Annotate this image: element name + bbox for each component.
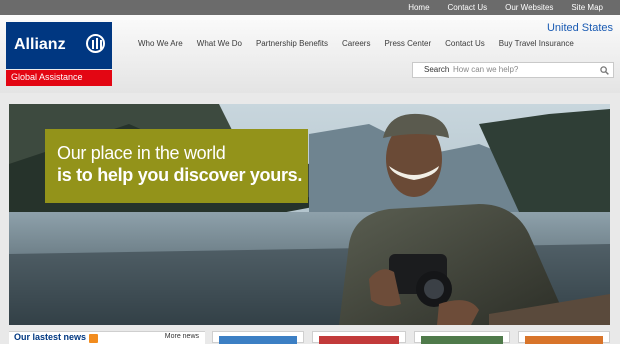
utility-links: Home Contact Us Our Websites Site Map [399,0,612,15]
more-news-link[interactable]: More news [165,333,199,340]
top-utility-bar: Home Contact Us Our Websites Site Map [0,0,620,15]
search-input[interactable]: How can we help? [453,65,518,74]
logo-division-name: Global Assistance [11,72,83,82]
latest-news-title: Our lastest news [14,332,87,342]
hero-headline-line2: is to help you discover yours. [57,165,303,185]
home-link[interactable]: Home [399,0,438,15]
nav-careers[interactable]: Careers [335,37,377,51]
search-label: Search [424,65,450,74]
nav-press-center[interactable]: Press Center [377,37,438,51]
country-selector[interactable]: United States [547,22,613,34]
our-websites-link[interactable]: Our Websites [496,0,562,15]
contact-us-link[interactable]: Contact Us [439,0,497,15]
allianz-logo[interactable]: Allianz Global Assistance [6,22,112,86]
nav-buy-travel-insurance[interactable]: Buy Travel Insurance [492,37,581,51]
allianz-eagle-icon [86,34,105,53]
search-icon[interactable] [600,66,609,75]
nav-partnership-benefits[interactable]: Partnership Benefits [249,37,335,51]
nav-contact-us[interactable]: Contact Us [438,37,492,51]
nav-who-we-are[interactable]: Who We Are [131,37,190,51]
main-navigation: Who We Are What We Do Partnership Benefi… [131,37,581,51]
hero-banner[interactable]: Our place in the world is to help you di… [9,104,610,325]
search-box[interactable]: Search How can we help? [412,62,614,78]
nav-what-we-do[interactable]: What We Do [190,37,249,51]
hero-promo-box: Our place in the world is to help you di… [45,129,308,203]
logo-brand-name: Allianz [14,36,66,53]
feature-tile-4[interactable] [518,331,610,344]
feature-tile-3[interactable] [414,331,510,344]
site-map-link[interactable]: Site Map [562,0,612,15]
latest-news-panel: Our lastest news More news [9,331,205,344]
feature-tile-1[interactable] [212,331,304,344]
feature-tile-2[interactable] [312,331,406,344]
hero-headline-line1: Our place in the world [57,143,226,163]
rss-icon[interactable] [89,334,98,343]
